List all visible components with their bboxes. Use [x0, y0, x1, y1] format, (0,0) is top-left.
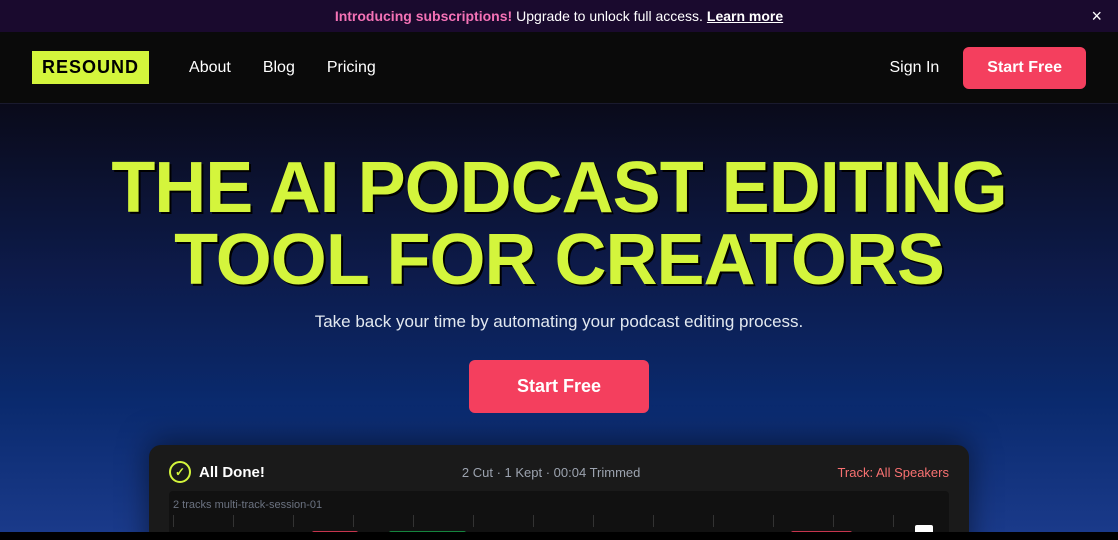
announcement-highlight: Introducing subscriptions! — [335, 8, 512, 24]
done-label: All Done! — [199, 464, 265, 481]
track-file-label: 2 tracks multi-track-session-01 — [173, 499, 945, 511]
track-value: All Speakers — [876, 465, 949, 480]
hero-section: THE AI PODCAST EDITING TOOL FOR CREATORS… — [0, 104, 1118, 532]
hero-subtitle: Take back your time by automating your p… — [32, 312, 1086, 332]
announcement-bar: Introducing subscriptions! Upgrade to un… — [0, 0, 1118, 32]
waveform-area: 2 tracks multi-track-session-01 — [169, 491, 949, 532]
done-badge: ✓ All Done! — [169, 461, 265, 483]
playhead-handle — [915, 525, 933, 532]
hero-title: THE AI PODCAST EDITING TOOL FOR CREATORS — [32, 152, 1086, 296]
nav-link-blog[interactable]: Blog — [263, 59, 295, 77]
demo-track: Track: All Speakers — [837, 465, 949, 480]
track-label: Track: — [837, 465, 873, 480]
learn-more-link[interactable]: Learn more — [707, 8, 783, 24]
navbar: RESOUND About Blog Pricing Sign In Start… — [0, 32, 1118, 104]
announcement-text: Upgrade to unlock full access. — [516, 8, 703, 24]
waveform-ruler — [173, 515, 945, 527]
waveform-svg — [173, 531, 945, 532]
close-announcement-button[interactable]: × — [1091, 7, 1102, 25]
sign-in-button[interactable]: Sign In — [889, 59, 939, 77]
hero-title-line1: THE AI PODCAST EDITING — [111, 148, 1006, 228]
nav-link-about[interactable]: About — [189, 59, 231, 77]
check-icon: ✓ — [169, 461, 191, 483]
nav-links: About Blog Pricing — [189, 59, 889, 77]
hero-title-line2: TOOL FOR CREATORS — [174, 220, 944, 300]
playhead — [923, 531, 925, 532]
nav-right: Sign In Start Free — [889, 47, 1086, 89]
start-free-nav-button[interactable]: Start Free — [963, 47, 1086, 89]
start-free-hero-button[interactable]: Start Free — [469, 360, 649, 413]
logo[interactable]: RESOUND — [32, 51, 149, 84]
demo-top-row: ✓ All Done! 2 Cut · 1 Kept · 00:04 Trimm… — [169, 461, 949, 483]
demo-stats: 2 Cut · 1 Kept · 00:04 Trimmed — [462, 465, 640, 480]
waveform-tracks — [173, 531, 945, 532]
nav-link-pricing[interactable]: Pricing — [327, 59, 376, 77]
demo-card: ✓ All Done! 2 Cut · 1 Kept · 00:04 Trimm… — [149, 445, 969, 532]
